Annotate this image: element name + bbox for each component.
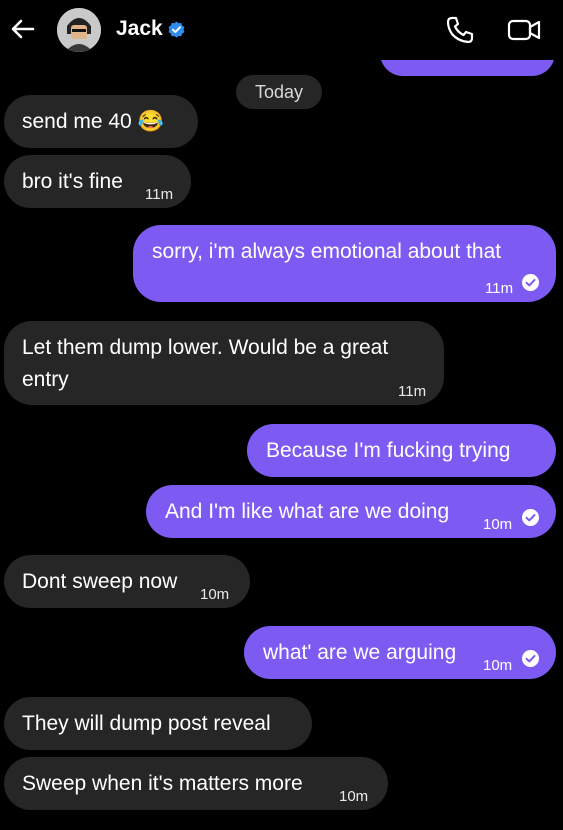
message-time: 10m xyxy=(483,657,513,674)
message-text: Dont sweep now xyxy=(22,570,178,593)
message-time: 11m xyxy=(145,186,174,203)
video-camera-icon xyxy=(507,19,541,41)
chat-header: Jack xyxy=(0,0,563,60)
message-time: 10m xyxy=(200,586,230,603)
message-text: sorry, i'm always emotional about that xyxy=(152,240,502,263)
video-call-button[interactable] xyxy=(506,14,542,46)
message-text: send me 40 😂 xyxy=(22,110,164,133)
message-bubble[interactable]: Sweep when it's matters more 10m xyxy=(4,757,388,810)
message-time: 11m xyxy=(485,280,514,297)
avatar-image xyxy=(57,8,101,52)
call-button[interactable] xyxy=(444,14,476,46)
message-text: They will dump post reveal xyxy=(22,712,271,735)
arrow-left-icon xyxy=(11,19,35,39)
seen-check-icon xyxy=(522,509,539,526)
message-time: 11m xyxy=(398,383,427,400)
message-text: Because I'm fucking trying xyxy=(266,439,511,462)
seen-check-icon xyxy=(522,650,539,667)
contact-name[interactable]: Jack xyxy=(116,17,163,41)
back-button[interactable] xyxy=(8,14,38,44)
seen-check-icon xyxy=(522,274,539,291)
message-text: what' are we arguing xyxy=(263,641,457,664)
message-text-line2: entry xyxy=(22,368,69,391)
message-bubble[interactable]: Dont sweep now 10m xyxy=(4,555,250,608)
message-bubble[interactable]: sorry, i'm always emotional about that 1… xyxy=(133,225,556,302)
message-time: 10m xyxy=(339,788,369,805)
message-time: 10m xyxy=(483,516,513,533)
date-separator: Today xyxy=(236,75,322,109)
message-bubble[interactable]: what' are we arguing 10m xyxy=(244,626,556,679)
message-bubble[interactable]: bro it's fine 11m xyxy=(4,155,191,208)
verified-badge-icon xyxy=(167,20,186,39)
message-bubble[interactable]: Let them dump lower. Would be a great en… xyxy=(4,321,444,405)
message-text-line1: Let them dump lower. Would be a great xyxy=(22,336,389,359)
message-text: bro it's fine xyxy=(22,170,123,193)
phone-icon xyxy=(446,16,474,44)
message-bubble[interactable]: They will dump post reveal xyxy=(4,697,312,750)
message-text: Sweep when it's matters more xyxy=(22,772,303,795)
message-bubble[interactable]: send me 40 😂 xyxy=(4,95,198,148)
message-bubble[interactable]: And I'm like what are we doing 10m xyxy=(146,485,556,538)
message-bubble[interactable]: Because I'm fucking trying xyxy=(247,424,556,477)
message-text: And I'm like what are we doing xyxy=(165,500,450,523)
avatar[interactable] xyxy=(57,8,101,52)
